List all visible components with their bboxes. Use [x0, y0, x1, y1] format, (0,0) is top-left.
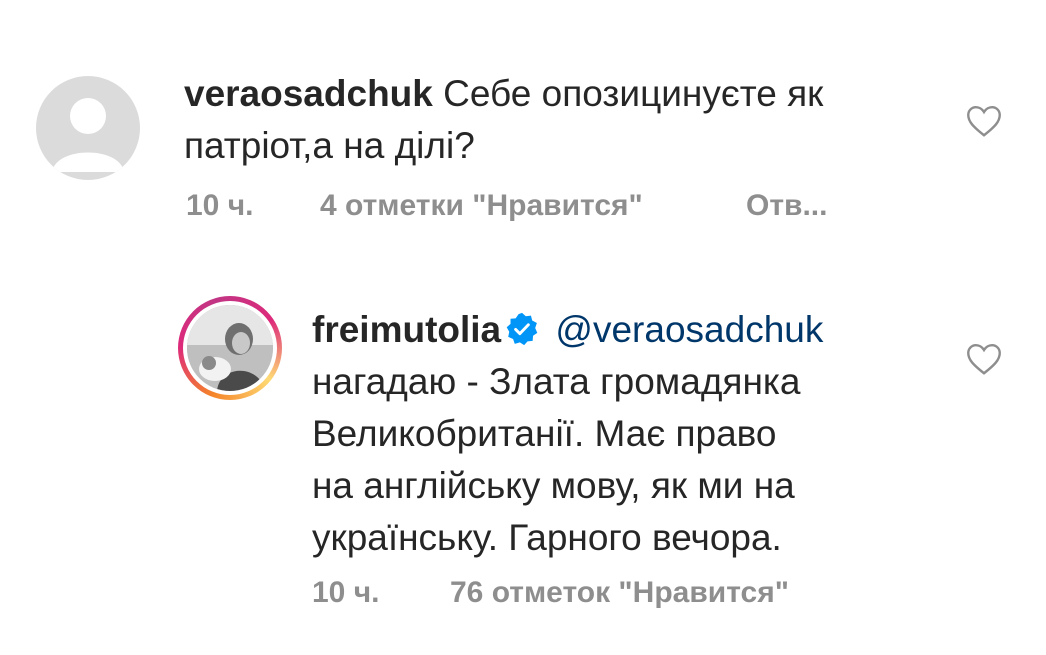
- comment-text-line: Великобританії. Має право: [312, 413, 777, 454]
- like-heart-icon[interactable]: [966, 342, 1002, 376]
- default-avatar-icon: [52, 98, 124, 172]
- comment-text-line: на англійську мову, як ми на: [312, 465, 795, 506]
- comment-text-line1: Себе опозицинуєте як: [432, 73, 824, 114]
- comment-text-line2: патріот,а на ділі?: [184, 125, 475, 166]
- comment-body: veraosadchuk Себе опозицинуєте як патріо…: [184, 68, 924, 172]
- comment-likes-count[interactable]: 76 отметок "Нравится": [450, 576, 789, 610]
- avatar-default[interactable]: [36, 76, 140, 180]
- comment-time: 10 ч.: [312, 576, 380, 609]
- comment-username[interactable]: freimutolia: [312, 309, 501, 350]
- comment-meta: 10 ч. 76 отметок "Нравится": [312, 576, 789, 610]
- comment-mention[interactable]: @veraosadchuk: [555, 309, 823, 350]
- comment-text-line: українську. Гарного вечора.: [312, 517, 782, 558]
- avatar-story-ring[interactable]: [178, 296, 282, 400]
- like-heart-icon[interactable]: [966, 104, 1002, 138]
- comment-body: freimutolia @veraosadchuk нагадаю - Злат…: [312, 304, 912, 564]
- comment-username[interactable]: veraosadchuk: [184, 73, 433, 114]
- profile-photo-icon: [187, 305, 273, 391]
- avatar: [187, 305, 273, 391]
- comment-text-line: нагадаю - Злата громадянка: [312, 361, 801, 402]
- comment-time: 10 ч.: [186, 189, 254, 222]
- verified-badge-icon: [506, 312, 538, 346]
- reply-button[interactable]: Отв...: [746, 189, 827, 223]
- comment-meta: 10 ч. 4 отметки "Нравится" Отв...: [186, 189, 827, 223]
- comment-likes-count[interactable]: 4 отметки "Нравится": [320, 189, 746, 223]
